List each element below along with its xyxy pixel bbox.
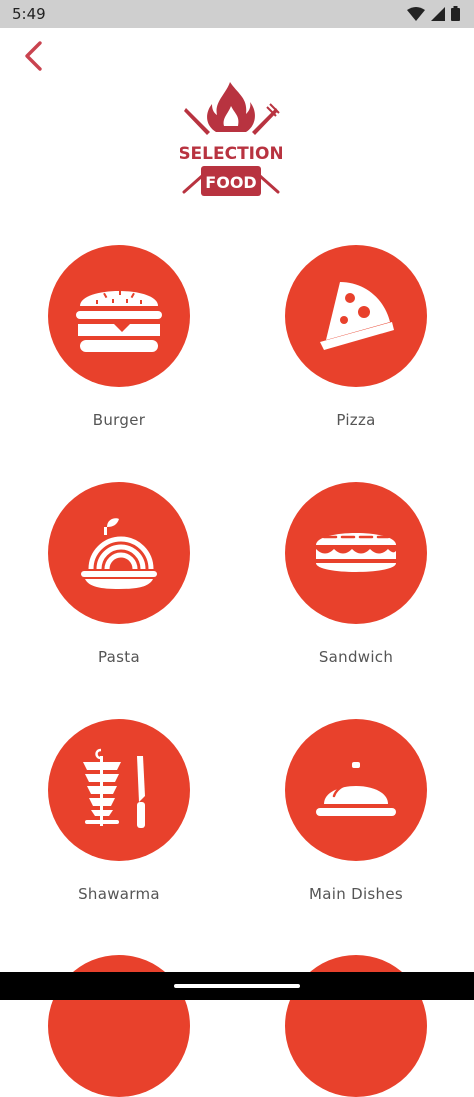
category-shawarma[interactable]: Shawarma bbox=[28, 719, 208, 919]
sandwich-icon bbox=[316, 533, 396, 572]
category-burger[interactable]: Burger bbox=[28, 245, 208, 445]
category-main-dishes-circle bbox=[285, 719, 427, 861]
category-shawarma-circle bbox=[48, 719, 190, 861]
category-pasta[interactable]: Pasta bbox=[28, 482, 208, 682]
category-label: Main Dishes bbox=[309, 885, 403, 903]
category-label: Pizza bbox=[336, 411, 376, 429]
chevron-left-icon bbox=[25, 41, 42, 71]
status-time: 5:49 bbox=[12, 5, 46, 23]
category-main-dishes[interactable]: Main Dishes bbox=[265, 719, 445, 919]
wifi-icon bbox=[407, 6, 425, 21]
category-label: Burger bbox=[92, 411, 146, 429]
shawarma-icon bbox=[83, 748, 145, 828]
back-button[interactable] bbox=[18, 40, 48, 72]
category-label: Pasta bbox=[98, 648, 140, 666]
category-pizza[interactable]: Pizza bbox=[265, 245, 445, 445]
signal-icon bbox=[431, 6, 445, 21]
burger-icon bbox=[76, 290, 162, 352]
status-bar: 5:49 bbox=[0, 0, 474, 28]
category-pizza-circle bbox=[285, 245, 427, 387]
logo-line1: SELECTION bbox=[180, 144, 282, 164]
pizza-icon bbox=[320, 282, 394, 350]
pasta-icon bbox=[81, 518, 157, 589]
selection-food-logo: SELECTION FOOD bbox=[178, 80, 284, 202]
logo-line2: FOOD bbox=[205, 173, 256, 192]
cloche-icon bbox=[316, 762, 396, 816]
category-pasta-circle bbox=[48, 482, 190, 624]
status-icons bbox=[407, 6, 460, 21]
category-label: Sandwich bbox=[318, 648, 394, 666]
navigation-bar bbox=[0, 972, 474, 1000]
category-label: Shawarma bbox=[78, 885, 160, 903]
category-burger-circle bbox=[48, 245, 190, 387]
category-sandwich-circle bbox=[285, 482, 427, 624]
battery-icon bbox=[451, 6, 460, 21]
home-handle[interactable] bbox=[174, 984, 300, 988]
category-sandwich[interactable]: Sandwich bbox=[265, 482, 445, 682]
